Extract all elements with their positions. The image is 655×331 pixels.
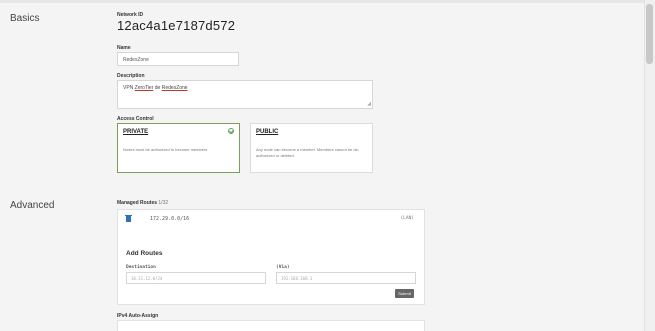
destination-label: Destination	[126, 265, 156, 270]
description-word-zerotier: ZeroTier	[134, 85, 154, 91]
managed-routes-title: Managed Routes	[117, 200, 158, 206]
description-textarea[interactable]: VPN ZeroTier de RedesZone ◢	[117, 80, 373, 109]
route-via: (LAN)	[400, 216, 414, 221]
via-input[interactable]: 192.168.168.1	[276, 272, 416, 284]
name-label: Name	[117, 45, 131, 51]
submit-button[interactable]: Submit	[395, 289, 414, 298]
description-mid: de	[153, 85, 162, 91]
section-advanced-title: Advanced	[10, 200, 55, 211]
managed-routes-count: 1/32	[158, 200, 169, 206]
ipv4-panel	[117, 320, 425, 331]
scrollbar-thumb[interactable]	[646, 4, 653, 64]
trash-icon[interactable]	[125, 215, 132, 222]
check-circle-icon	[228, 128, 234, 134]
resize-handle-icon[interactable]: ◢	[367, 102, 371, 107]
private-title: PRIVATE	[123, 129, 149, 135]
description-label: Description	[117, 73, 145, 79]
public-title: PUBLIC	[256, 129, 279, 135]
ipv4-auto-assign-label: IPv4 Auto-Assign	[117, 313, 159, 319]
description-word-redeszone: RedesZone	[161, 85, 188, 91]
name-input[interactable]: RedesZone	[117, 52, 239, 66]
access-control-label: Access Control	[117, 116, 154, 122]
section-basics-title: Basics	[10, 13, 40, 24]
top-rule	[0, 0, 644, 3]
managed-routes-label: Managed Routes 1/32	[117, 200, 168, 206]
destination-input[interactable]: 10.11.12.0/24	[126, 272, 266, 284]
network-settings-page: Basics Network ID 12ac4a1e7187d572 Name …	[0, 0, 644, 331]
access-public-option[interactable]: PUBLIC Any node can become a member. Mem…	[250, 123, 373, 173]
public-description: Any node can become a member. Members ca…	[256, 147, 360, 158]
access-private-option[interactable]: PRIVATE Nodes must be authorized to beco…	[117, 123, 240, 173]
via-label: (Via)	[276, 265, 290, 270]
add-routes-title: Add Routes	[126, 250, 163, 257]
managed-routes-panel: 172.29.0.0/16 (LAN) Add Routes Destinati…	[117, 209, 425, 305]
vertical-scrollbar[interactable]	[644, 0, 655, 331]
network-id-value: 12ac4a1e7187d572	[117, 18, 236, 33]
private-description: Nodes must be authorized to become membe…	[123, 147, 208, 152]
description-prefix: VPN	[123, 85, 135, 91]
route-target: 172.29.0.0/16	[150, 216, 190, 222]
